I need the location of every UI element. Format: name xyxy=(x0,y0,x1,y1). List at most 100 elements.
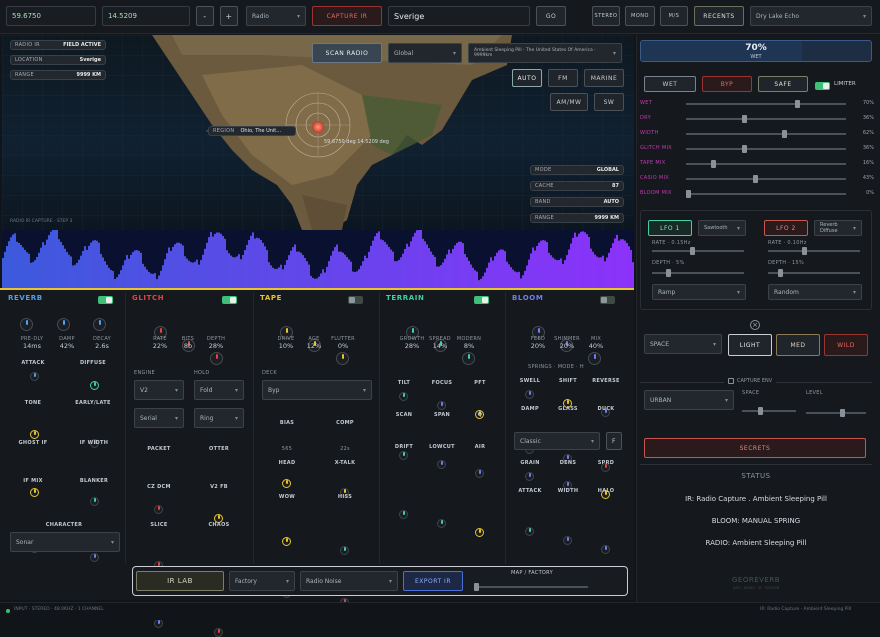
ms-button[interactable]: M/S xyxy=(660,6,688,26)
slider-thumb[interactable] xyxy=(794,100,800,108)
reverb-decay-knob[interactable] xyxy=(93,318,106,331)
bloom-toggle[interactable] xyxy=(600,296,615,304)
lfo1-shape-select[interactable]: Ramp ▾ xyxy=(652,284,746,300)
scan-knob[interactable] xyxy=(399,451,408,460)
slice-knob[interactable] xyxy=(154,619,163,628)
deck-select[interactable]: Byp ▾ xyxy=(262,380,372,400)
mix-slider[interactable] xyxy=(686,175,846,183)
band-auto-button[interactable]: AUTO xyxy=(512,69,542,87)
slider-thumb[interactable] xyxy=(802,247,807,255)
limiter-toggle[interactable] xyxy=(815,82,830,90)
go-button[interactable]: GO xyxy=(536,6,566,26)
focus-knob[interactable] xyxy=(437,401,446,410)
terrain-toggle[interactable] xyxy=(474,296,489,304)
drift-knob[interactable] xyxy=(399,510,408,519)
lfo2-depth-slider[interactable] xyxy=(768,269,860,277)
tone-knob[interactable] xyxy=(30,430,39,439)
span-knob[interactable] xyxy=(437,460,446,469)
slider-thumb[interactable] xyxy=(474,583,479,591)
slider-thumb[interactable] xyxy=(741,145,747,153)
station-select[interactable]: Ambient Sleeping Pill · The United State… xyxy=(468,43,622,63)
wet-meter[interactable]: 70% WET xyxy=(640,40,872,62)
swell-knob[interactable] xyxy=(525,390,534,399)
world-map[interactable]: RADIO IR FIELD ACTIVE LOCATION Sverige RAN… xyxy=(2,35,634,230)
hold-select[interactable]: Fold ▾ xyxy=(194,380,244,400)
slider-thumb[interactable] xyxy=(840,409,845,417)
glitch-depth-knob[interactable] xyxy=(210,352,223,365)
bias-knob[interactable] xyxy=(282,479,291,488)
ghostif-knob[interactable] xyxy=(30,488,39,497)
band-marine-button[interactable]: MARINE xyxy=(584,69,624,87)
slider-thumb[interactable] xyxy=(778,269,783,277)
wet-mode-button[interactable]: WET xyxy=(644,76,696,92)
air-knob[interactable] xyxy=(475,528,484,537)
lat-input[interactable]: 59.6750 xyxy=(6,6,96,26)
q-knob[interactable] xyxy=(475,469,484,478)
tape-flutter-knob[interactable] xyxy=(336,352,349,365)
bloom-mix-knob[interactable] xyxy=(588,352,601,365)
scope-select[interactable]: Global ▾ xyxy=(388,43,462,63)
bloom-width-knob[interactable] xyxy=(563,536,572,545)
ifwidth-knob[interactable] xyxy=(90,497,99,506)
band-am-button[interactable]: AM/MW xyxy=(550,93,588,111)
slider-thumb[interactable] xyxy=(686,190,691,198)
factory-select[interactable]: Factory ▾ xyxy=(229,571,295,591)
light-button[interactable]: LIGHT xyxy=(728,334,772,356)
terrain-modern-knob[interactable] xyxy=(462,352,475,365)
slider-thumb[interactable] xyxy=(666,269,671,277)
slider-thumb[interactable] xyxy=(741,115,747,123)
space-slider[interactable] xyxy=(742,407,796,415)
xtalk-knob[interactable] xyxy=(340,546,349,555)
blanker-knob[interactable] xyxy=(90,553,99,562)
space-select[interactable]: SPACE ▾ xyxy=(644,334,722,354)
mix-slider[interactable] xyxy=(686,190,846,198)
med-button[interactable]: MED xyxy=(776,334,820,356)
slider-thumb[interactable] xyxy=(758,407,763,415)
byp-mode-button[interactable]: BYP xyxy=(702,76,752,92)
reverb-predly-knob[interactable] xyxy=(20,318,33,331)
reverb-toggle[interactable] xyxy=(98,296,113,304)
recents-button[interactable]: RECENTS xyxy=(694,6,744,26)
secrets-button[interactable]: SECRETS xyxy=(644,438,866,458)
tilt-knob[interactable] xyxy=(399,392,408,401)
safe-mode-button[interactable]: SAFE xyxy=(758,76,808,92)
source-select[interactable]: Radio ▾ xyxy=(246,6,306,26)
level-slider[interactable] xyxy=(806,409,866,417)
urban-select[interactable]: URBAN ▾ xyxy=(644,390,734,410)
engine2-select[interactable]: Serial ▾ xyxy=(134,408,184,428)
head-knob[interactable] xyxy=(282,537,291,546)
map-factory-slider[interactable] xyxy=(474,583,588,591)
slider-thumb[interactable] xyxy=(690,247,695,255)
hold2-select[interactable]: Ring ▾ xyxy=(194,408,244,428)
mix-slider[interactable] xyxy=(686,160,846,168)
scan-radio-button[interactable]: SCAN RADIO xyxy=(312,43,382,63)
engine-select[interactable]: V2 ▾ xyxy=(134,380,184,400)
noise-select[interactable]: Radio Noise ▾ xyxy=(300,571,398,591)
stereo-button[interactable]: STEREO xyxy=(592,6,620,26)
mix-slider[interactable] xyxy=(686,100,846,108)
bloom-mode-select[interactable]: Classic ▾ xyxy=(514,432,600,450)
lfo1-select[interactable]: Sawtooth ▾ xyxy=(698,220,746,236)
slider-thumb[interactable] xyxy=(710,160,716,168)
ir-lab-button[interactable]: IR LAB xyxy=(136,571,224,591)
chaos-knob[interactable] xyxy=(214,628,223,637)
bloom-attack-knob[interactable] xyxy=(525,527,534,536)
mono-button[interactable]: MONO xyxy=(625,6,655,26)
minus-button[interactable]: - xyxy=(196,6,214,26)
attack-knob[interactable] xyxy=(30,372,39,381)
lfo2-button[interactable]: LFO 2 xyxy=(764,220,808,236)
slider-thumb[interactable] xyxy=(782,130,788,138)
lfo2-select[interactable]: Reverb Diffuse ▾ xyxy=(814,220,862,236)
mix-slider[interactable] xyxy=(686,115,846,123)
diffuse-knob[interactable] xyxy=(90,381,99,390)
band-fm-button[interactable]: FM xyxy=(548,69,578,87)
close-circle-icon[interactable]: × xyxy=(750,320,760,330)
grain-knob[interactable] xyxy=(525,472,534,481)
lfo2-shape-select[interactable]: Random ▾ xyxy=(768,284,862,300)
bloom-f-button[interactable]: F xyxy=(606,432,622,450)
export-ir-button[interactable]: EXPORT IR xyxy=(403,571,463,591)
lfo2-rate-slider[interactable] xyxy=(768,247,860,255)
mix-slider[interactable] xyxy=(686,130,846,138)
capture-ir-button[interactable]: CAPTURE IR xyxy=(312,6,382,26)
glitch-toggle[interactable] xyxy=(222,296,237,304)
